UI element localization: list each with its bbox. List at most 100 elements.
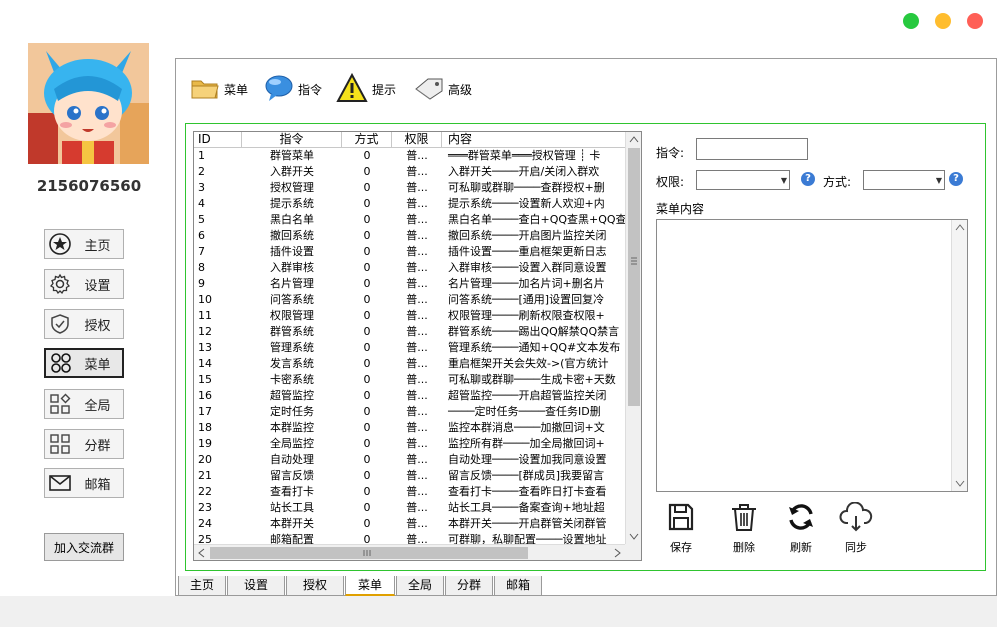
table-row[interactable]: 15 卡密系统 0 普... 可私聊或群聊────生成卡密+天数 — [194, 372, 625, 388]
table-cell: 普... — [406, 357, 428, 370]
column-header-id[interactable]: ID — [194, 132, 242, 148]
table-row[interactable]: 22 查看打卡 0 普... 查看打卡────查看昨日打卡查看 — [194, 484, 625, 500]
table-row[interactable]: 24 本群开关 0 普... 本群开关────开启群管关闭群管 — [194, 516, 625, 532]
table-row[interactable]: 10 问答系统 0 普... 问答系统────[通用]设置回复冷 — [194, 292, 625, 308]
table-cell: 入群开关────开启/关闭入群欢 — [448, 165, 600, 178]
user-id-label: 2156076560 — [36, 177, 142, 195]
sidebar-item-home[interactable]: 主页 — [44, 229, 124, 259]
tab-auth[interactable]: 授权 — [286, 576, 344, 596]
permission-select[interactable]: ▼ — [696, 170, 790, 190]
column-header-mode[interactable]: 方式 — [342, 132, 392, 148]
table-cell: 监控本群消息────加撤回词+文 — [448, 421, 605, 434]
table-cell: 9 — [198, 277, 205, 290]
refresh-button[interactable]: 刷新 — [776, 502, 826, 558]
table-row[interactable]: 5 黑白名单 0 普... 黑白名单────查白+QQ查黑+QQ查 — [194, 212, 625, 228]
table-row[interactable]: 21 留言反馈 0 普... 留言反馈────[群成员]我要留言 — [194, 468, 625, 484]
table-cell: 卡密系统 — [270, 373, 314, 386]
table-row[interactable]: 3 授权管理 0 普... 可私聊或群聊────查群授权+删 — [194, 180, 625, 196]
table-row[interactable]: 23 站长工具 0 普... 站长工具────备案查询+地址超 — [194, 500, 625, 516]
table-row[interactable]: 4 提示系统 0 普... 提示系统────设置新人欢迎+内 — [194, 196, 625, 212]
table-cell: 0 — [363, 165, 371, 178]
column-header-content[interactable]: 内容 — [442, 132, 625, 148]
table-cell: 超管监控 — [270, 389, 314, 402]
minimize-dot-button[interactable] — [935, 13, 951, 29]
table-cell: 15 — [198, 373, 212, 386]
table-cell: 17 — [198, 405, 212, 418]
table-row[interactable]: 20 自动处理 0 普... 自动处理────设置加我同意设置 — [194, 452, 625, 468]
sidebar-item-global[interactable]: 全局 — [44, 389, 124, 419]
vertical-scrollbar[interactable] — [625, 132, 641, 544]
table-row[interactable]: 11 权限管理 0 普... 权限管理────刷新权限查权限+ — [194, 308, 625, 324]
tab-settings[interactable]: 设置 — [227, 576, 285, 596]
table-row[interactable]: 1 群管菜单 0 普... ═══群管菜单═══授权管理 ┊ 卡 — [194, 148, 625, 164]
tab-group[interactable]: 分群 — [445, 576, 493, 596]
table-row[interactable]: 18 本群监控 0 普... 监控本群消息────加撤回词+文 — [194, 420, 625, 436]
menu-table[interactable]: ID 指令 方式 权限 内容 1 群管菜单 0 普... ═══群管菜单═══授权管理 … — [193, 131, 642, 561]
table-cell: 普... — [406, 245, 428, 258]
table-row[interactable]: 17 定时任务 0 普... ────定时任务────查任务ID删 — [194, 404, 625, 420]
toolbar-advanced-button[interactable]: 高级 — [412, 74, 472, 104]
header-area — [175, 0, 997, 58]
menu-content-textarea[interactable] — [656, 219, 968, 492]
help-icon[interactable]: ? — [801, 172, 815, 186]
table-cell: 0 — [363, 453, 371, 466]
help-icon[interactable]: ? — [949, 172, 963, 186]
table-row[interactable]: 8 入群审核 0 普... 入群审核────设置入群同意设置 — [194, 260, 625, 276]
table-cell: 撤回系统 — [270, 229, 314, 242]
delete-button[interactable]: 删除 — [719, 502, 769, 558]
table-row[interactable]: 6 撤回系统 0 普... 撤回系统────开启图片监控关闭 — [194, 228, 625, 244]
table-row[interactable]: 19 全局监控 0 普... 监控所有群────加全局撤回词+ — [194, 436, 625, 452]
table-cell: 群管系统────踢出QQ解禁QQ禁言 — [448, 325, 620, 338]
table-cell: 超管监控────开启超管监控关闭 — [448, 389, 607, 402]
textarea-scrollbar[interactable] — [951, 220, 967, 491]
table-row[interactable]: 2 入群开关 0 普... 入群开关────开启/关闭入群欢 — [194, 164, 625, 180]
table-row[interactable]: 13 管理系统 0 普... 管理系统────通知+QQ#文本发布 — [194, 340, 625, 356]
sidebar-item-mail[interactable]: 邮箱 — [44, 468, 124, 498]
table-cell: 0 — [363, 213, 371, 226]
close-dot-button[interactable] — [967, 13, 983, 29]
table-cell: 24 — [198, 517, 212, 530]
sidebar-item-label: 主页 — [84, 238, 111, 254]
table-cell: 问答系统 — [270, 293, 314, 306]
tab-mail[interactable]: 邮箱 — [494, 576, 542, 596]
table-row[interactable]: 12 群管系统 0 普... 群管系统────踢出QQ解禁QQ禁言 — [194, 324, 625, 340]
sync-button[interactable]: 同步 — [831, 501, 881, 558]
table-cell: 22 — [198, 485, 212, 498]
sidebar-item-menu[interactable]: 菜单 — [44, 348, 124, 378]
maximize-dot-button[interactable] — [903, 13, 919, 29]
table-row[interactable]: 16 超管监控 0 普... 超管监控────开启超管监控关闭 — [194, 388, 625, 404]
table-cell: 3 — [198, 181, 205, 194]
toolbar-tip-button[interactable]: 提示 — [336, 72, 396, 104]
table-cell: ═══群管菜单═══授权管理 ┊ 卡 — [448, 149, 601, 162]
toolbar-command-button[interactable]: 指令 — [264, 74, 322, 104]
sidebar-item-group[interactable]: 分群 — [44, 429, 124, 459]
folder-icon — [190, 75, 220, 104]
star-icon — [48, 232, 72, 256]
column-header-command[interactable]: 指令 — [242, 132, 342, 148]
toolbar-menu-button[interactable]: 菜单 — [190, 74, 248, 104]
column-header-permission[interactable]: 权限 — [392, 132, 442, 148]
join-group-button[interactable]: 加入交流群 — [44, 533, 124, 561]
table-cell: 1 — [198, 149, 205, 162]
table-cell: 8 — [198, 261, 205, 274]
sidebar-item-auth[interactable]: 授权 — [44, 309, 124, 339]
table-row[interactable]: 9 名片管理 0 普... 名片管理────加名片词+删名片 — [194, 276, 625, 292]
table-cell: 管理系统────通知+QQ#文本发布 — [448, 341, 621, 354]
tab-home[interactable]: 主页 — [178, 576, 226, 596]
shield-icon — [48, 312, 72, 336]
horizontal-scrollbar[interactable] — [194, 544, 625, 560]
table-row[interactable]: 7 插件设置 0 普... 插件设置────重启框架更新日志 — [194, 244, 625, 260]
table-row[interactable]: 14 发言系统 0 普... 重启框架开关会失效->(官方统计 — [194, 356, 625, 372]
mode-select[interactable]: ▼ — [863, 170, 945, 190]
apps-icon — [48, 392, 72, 416]
command-input[interactable] — [696, 138, 808, 160]
table-cell: 提示系统 — [270, 197, 314, 210]
tab-menu[interactable]: 菜单 — [345, 576, 395, 596]
table-cell: 0 — [363, 181, 371, 194]
table-cell: 授权管理 — [270, 181, 314, 194]
table-cell: 0 — [363, 405, 371, 418]
sidebar-item-settings[interactable]: 设置 — [44, 269, 124, 299]
save-button[interactable]: 保存 — [656, 502, 706, 558]
tab-global[interactable]: 全局 — [396, 576, 444, 596]
gear-icon — [48, 272, 72, 296]
